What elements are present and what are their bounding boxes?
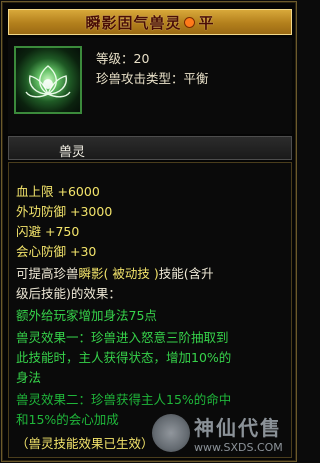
stat-value: +750 <box>45 224 80 239</box>
stat-row: 会心防御 +30 <box>16 241 96 260</box>
stat-row: 外功防御 +3000 <box>16 201 112 220</box>
effect-line: 身法 <box>16 370 42 385</box>
item-title-bar: 瞬影固气兽灵 平 <box>8 9 292 35</box>
stat-label: 闪避 <box>16 224 42 239</box>
active-status-line: （兽灵技能效果已生效） <box>16 436 154 451</box>
skill-type: ( 被动技 ) <box>103 266 159 281</box>
desc-text: 技能(含升 <box>158 266 214 281</box>
item-tooltip: 瞬影固气兽灵 平 等级：20 珍兽攻击类型：平衡 兽灵 血上限 +6000 外功… <box>1 1 297 462</box>
stat-value: +30 <box>70 244 97 259</box>
level-text: 等级：20 <box>96 51 150 66</box>
stat-value: +6000 <box>57 184 100 199</box>
effect-line: 兽灵效果二：珍兽获得主人15%的命中 <box>16 392 232 407</box>
attack-type-text: 珍兽攻击类型：平衡 <box>96 71 209 86</box>
green-lotus-icon <box>14 46 82 114</box>
bonus-line: 额外给玩家增加身法75点 <box>16 308 157 323</box>
desc-text: 可提高珍兽 <box>16 266 79 281</box>
effect-line: 兽灵效果一：珍兽进入怒意三阶抽取到 <box>16 330 229 345</box>
item-header-panel: 等级：20 珍兽攻击类型：平衡 <box>8 38 292 134</box>
attributes-panel: 血上限 +6000 外功防御 +3000 闪避 +750 会心防御 +30 可提… <box>8 162 292 458</box>
description-line: 可提高珍兽瞬影( 被动技 )技能(含升 <box>16 263 214 282</box>
effect-line: 此技能时，主人获得状态，增加10%的 <box>16 350 232 365</box>
effect-line: 和15%的会心加成 <box>16 412 119 427</box>
quality-dot-icon <box>183 16 195 28</box>
tab-label: 兽灵 <box>59 145 86 160</box>
stat-label: 会心防御 <box>16 244 67 259</box>
description-line: 级后技能)的效果： <box>16 286 121 301</box>
item-quality: 平 <box>198 13 215 32</box>
stat-value: +3000 <box>70 204 113 219</box>
tab-beast-spirit: 兽灵 <box>8 136 292 160</box>
item-name: 瞬影固气兽灵 <box>85 13 182 32</box>
stat-row: 闪避 +750 <box>16 221 79 240</box>
stat-label: 血上限 <box>16 184 54 199</box>
stat-label: 外功防御 <box>16 204 67 219</box>
skill-name: 瞬影 <box>78 266 104 281</box>
stat-row: 血上限 +6000 <box>16 181 100 200</box>
